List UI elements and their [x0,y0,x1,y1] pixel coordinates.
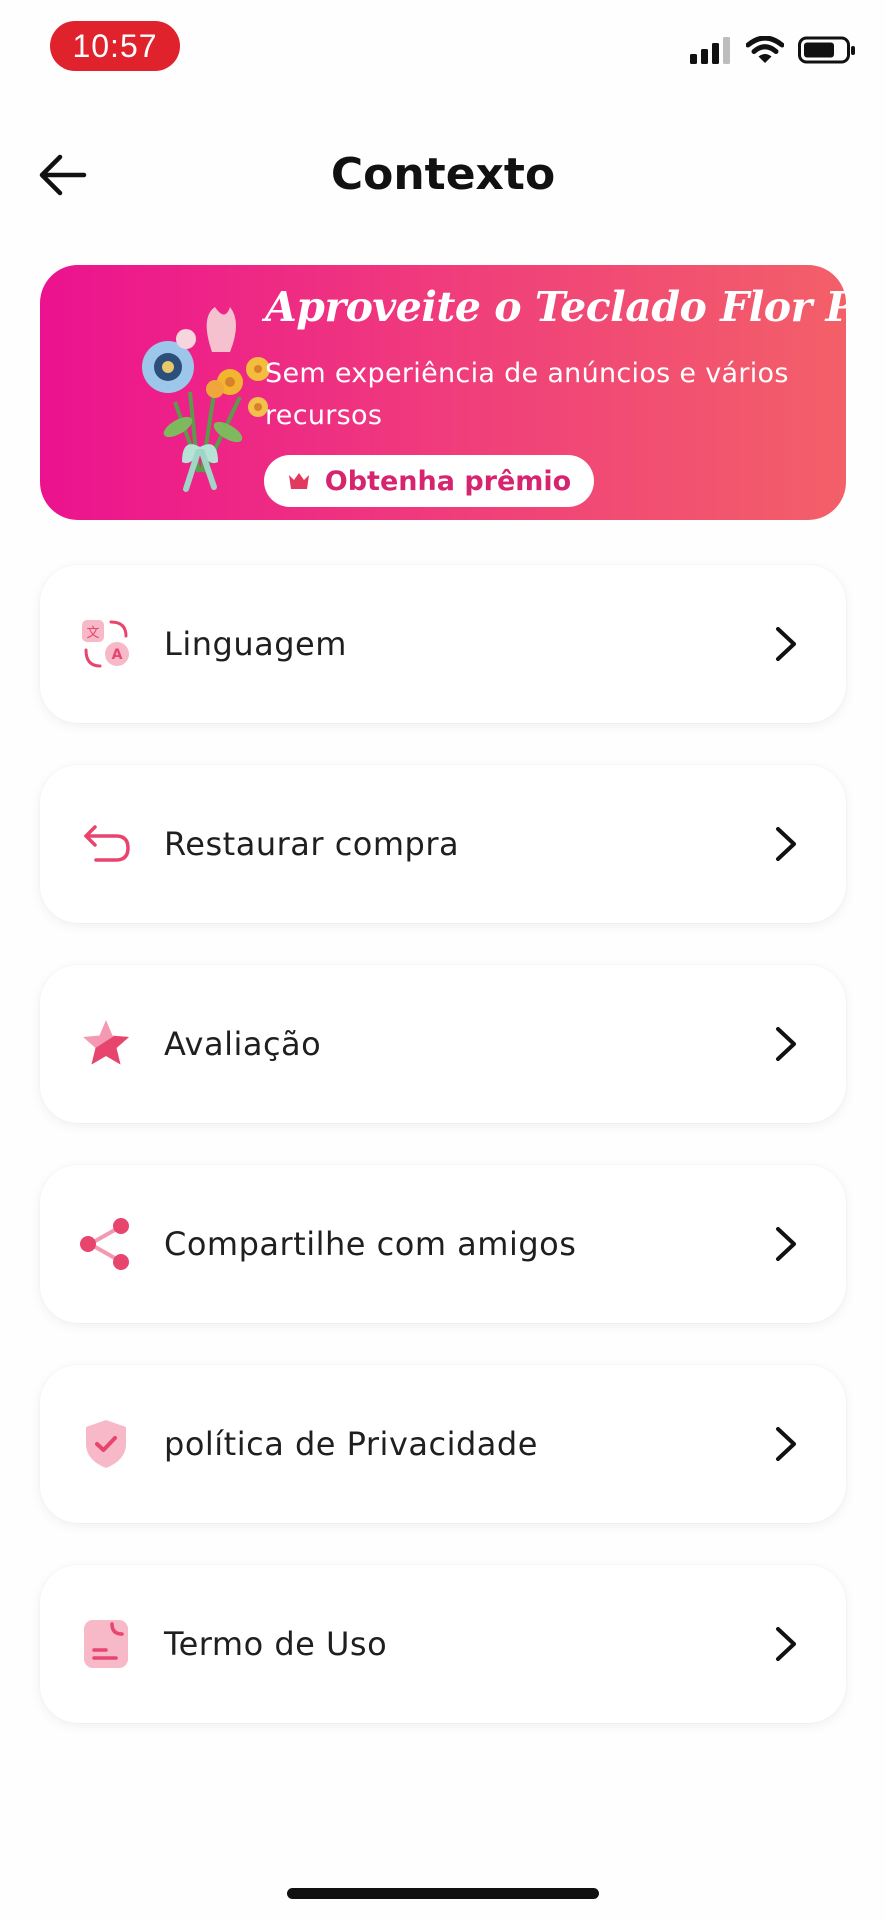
translate-icon: 文 A [78,616,134,672]
star-icon [78,1016,134,1072]
crown-icon [288,473,309,489]
menu-item-label: Termo de Uso [164,1625,388,1663]
get-premium-label: Obtenha prêmio [324,465,572,497]
svg-text:A: A [112,647,123,663]
get-premium-button[interactable]: Obtenha prêmio [264,455,594,507]
page-title: Contexto [330,149,556,200]
svg-text:文: 文 [86,626,99,641]
settings-menu: 文 A Linguagem Restaurar compra Avaliação… [40,565,846,1765]
menu-item-rating[interactable]: Avaliação [40,965,846,1123]
shield-check-icon [78,1416,134,1472]
menu-item-label: política de Privacidade [164,1425,538,1463]
status-icons [690,36,856,64]
home-indicator[interactable] [287,1888,599,1899]
chevron-right-icon [766,824,806,864]
menu-item-label: Restaurar compra [164,825,460,863]
chevron-right-icon [766,1424,806,1464]
promo-subtitle: Sem experiência de anúncios e vários rec… [265,358,789,431]
chevron-right-icon [766,1224,806,1264]
menu-item-terms-of-use[interactable]: Termo de Uso [40,1565,846,1723]
menu-item-restore-purchase[interactable]: Restaurar compra [40,765,846,923]
menu-item-label: Avaliação [164,1025,322,1063]
document-icon [78,1616,134,1672]
wifi-icon [746,36,784,63]
cellular-signal-icon [690,37,730,64]
menu-item-label: Compartilhe com amigos [164,1225,577,1263]
header: Contexto [0,120,886,230]
menu-item-label: Linguagem [164,625,347,663]
undo-arrow-icon [78,816,134,872]
chevron-right-icon [766,1624,806,1664]
menu-item-share[interactable]: Compartilhe com amigos [40,1165,846,1323]
battery-icon [798,36,855,64]
chevron-right-icon [766,1024,806,1064]
status-time: 10:57 [50,21,180,71]
status-bar: 10:57 [0,0,886,100]
promo-banner[interactable]: Aproveite o Teclado Flor Pro Sem experiê… [40,265,846,520]
menu-item-language[interactable]: 文 A Linguagem [40,565,846,723]
chevron-right-icon [766,624,806,664]
share-icon [78,1216,134,1272]
menu-item-privacy-policy[interactable]: política de Privacidade [40,1365,846,1523]
promo-title: Aproveite o Teclado Flor Pro [265,283,846,331]
